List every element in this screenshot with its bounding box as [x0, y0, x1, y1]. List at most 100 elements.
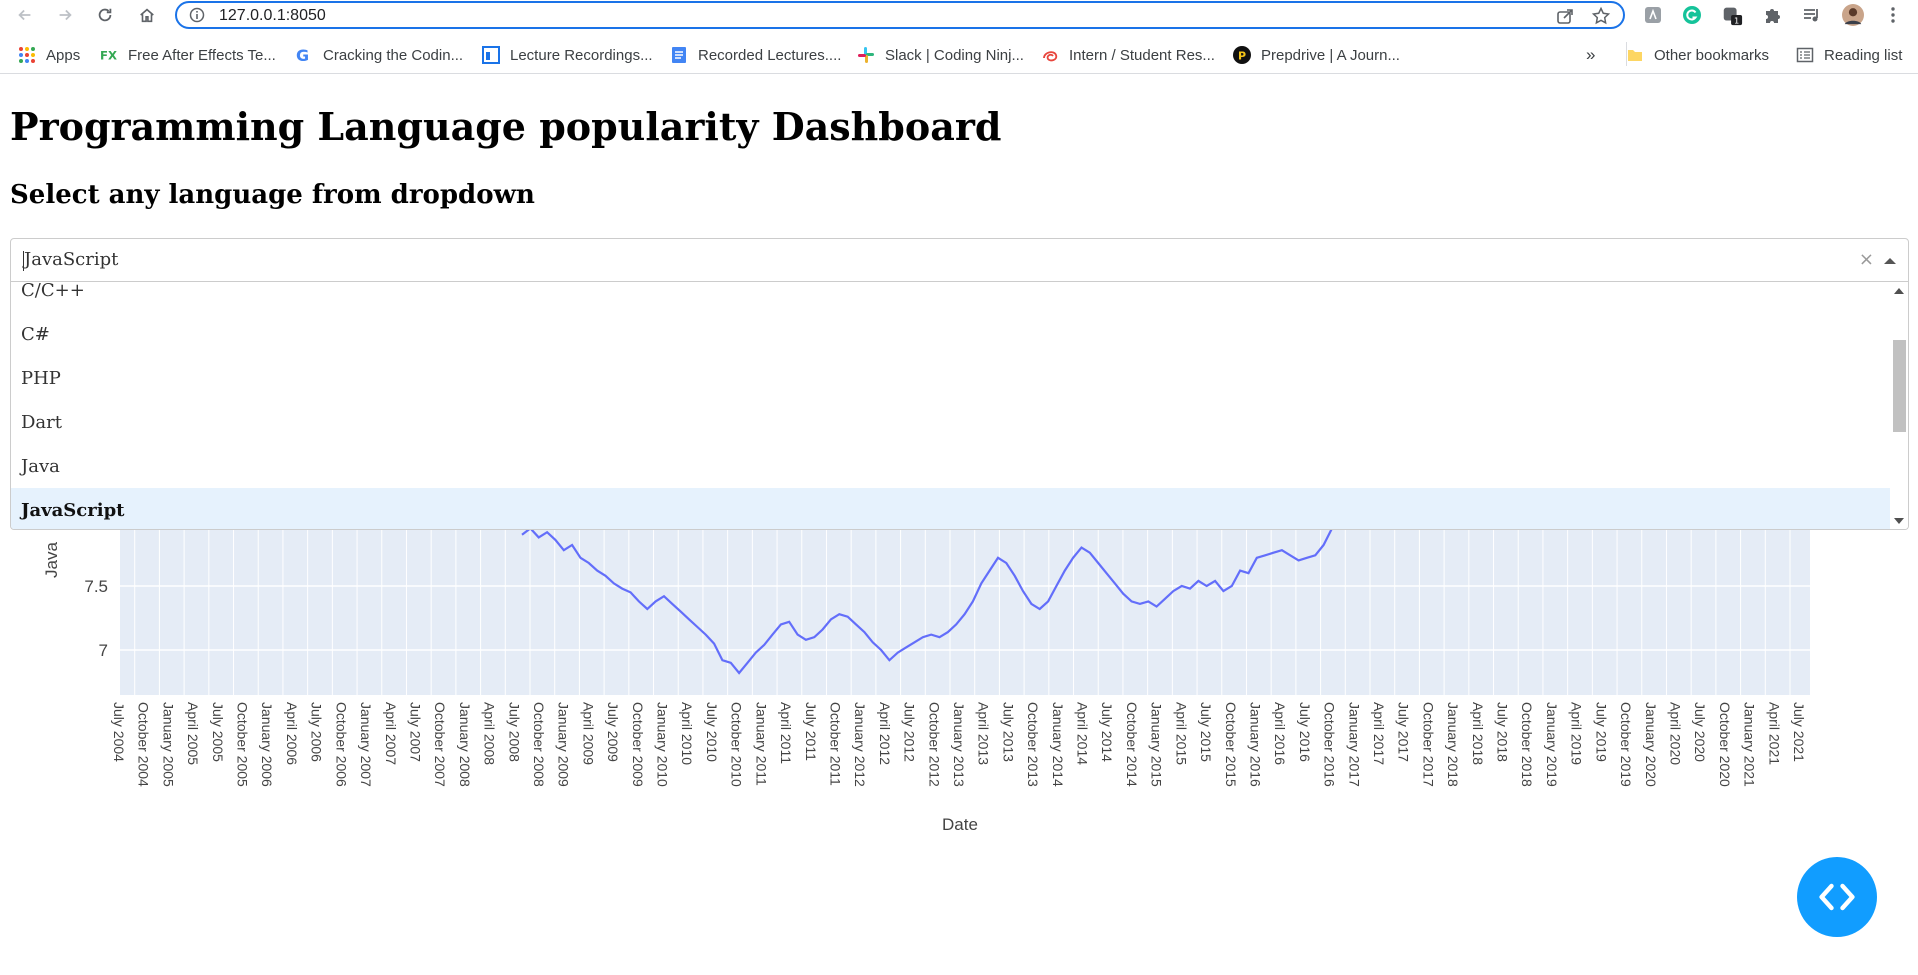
x-tick-label: July 2014	[1099, 702, 1115, 762]
extension-gray-icon[interactable]	[1642, 4, 1664, 26]
x-tick-label: October 2014	[1124, 702, 1140, 787]
x-tick-label: April 2012	[877, 702, 893, 765]
dropdown-option-php[interactable]: PHP	[11, 356, 1891, 400]
x-tick-labels: July 2004 October 2004 January 2005 April 2…	[111, 702, 1807, 787]
share-icon[interactable]	[1555, 6, 1575, 26]
home-icon[interactable]	[136, 4, 158, 26]
bookmark-recorded-lectures[interactable]: Recorded Lectures....	[670, 44, 841, 66]
info-icon[interactable]	[189, 7, 205, 23]
x-tick-label: October 2015	[1223, 702, 1239, 787]
grammarly-icon[interactable]	[1681, 4, 1703, 26]
x-tick-label: January 2017	[1346, 702, 1362, 787]
dropdown-option-dart[interactable]: Dart	[11, 400, 1891, 444]
svg-text:G: G	[296, 46, 309, 64]
docs-icon	[670, 46, 688, 64]
bookmark-lecture-recordings[interactable]: Lecture Recordings...	[482, 44, 653, 66]
reading-list-button[interactable]: Reading list	[1796, 44, 1902, 66]
reload-icon[interactable]	[94, 4, 116, 26]
bookmark-label: Apps	[46, 46, 81, 64]
bookmark-star-icon[interactable]	[1591, 6, 1611, 26]
clear-selection-icon[interactable]: ×	[1859, 249, 1874, 270]
dropdown-menu[interactable]: C/C++ C# PHP Dart Java JavaScript	[10, 282, 1909, 530]
x-tick-label: July 2020	[1692, 702, 1708, 762]
bookmark-cracking-coding[interactable]: G Cracking the Codin...	[295, 44, 463, 66]
x-tick-label: October 2019	[1618, 702, 1634, 787]
x-tick-label: July 2015	[1198, 702, 1214, 762]
reading-list-icon	[1796, 46, 1814, 64]
x-tick-label: October 2006	[333, 702, 349, 787]
language-dropdown[interactable]: JavaScript ×	[10, 238, 1909, 282]
extensions-puzzle-icon[interactable]	[1761, 4, 1783, 26]
scroll-down-icon[interactable]	[1894, 518, 1904, 524]
profile-avatar[interactable]	[1842, 4, 1864, 26]
scroll-up-icon[interactable]	[1894, 288, 1904, 294]
bookmark-label: Free After Effects Te...	[128, 46, 276, 64]
dash-devtools-button[interactable]	[1797, 857, 1877, 937]
x-tick-label: January 2008	[457, 702, 473, 787]
x-tick-label: April 2018	[1470, 702, 1486, 765]
forward-icon[interactable]	[54, 4, 76, 26]
browser-toolbar: 127.0.0.1:8050 1	[0, 0, 1918, 30]
x-tick-label: October 2013	[1025, 702, 1041, 787]
x-tick-label: April 2016	[1272, 702, 1288, 765]
x-tick-label: January 2010	[655, 702, 671, 787]
browser-menu-icon[interactable]	[1882, 4, 1904, 26]
x-tick-label: April 2021	[1766, 702, 1782, 765]
x-tick-label: July 2004	[111, 702, 127, 762]
dropdown-selected-value[interactable]: JavaScript	[24, 249, 118, 270]
bookmark-apps[interactable]: Apps	[18, 44, 80, 66]
back-icon[interactable]	[14, 4, 36, 26]
x-tick-label: April 2014	[1075, 702, 1091, 765]
dropdown-option-javascript[interactable]: JavaScript	[11, 488, 1891, 529]
x-tick-label: April 2009	[580, 702, 596, 765]
bookmark-intern-student[interactable]: Intern / Student Res...	[1041, 44, 1215, 66]
x-tick-label: October 2008	[531, 702, 547, 787]
x-tick-label: January 2009	[556, 702, 572, 787]
x-tick-label: January 2006	[259, 702, 275, 787]
chevron-up-icon[interactable]	[1884, 258, 1896, 264]
x-tick-label: October 2010	[729, 702, 745, 787]
x-tick-label: April 2007	[383, 702, 399, 765]
dropdown-scrollbar[interactable]	[1890, 282, 1908, 529]
x-tick-label: October 2004	[136, 702, 152, 787]
page-subtitle: Select any language from dropdown	[10, 180, 535, 210]
url-text[interactable]: 127.0.0.1:8050	[219, 7, 326, 25]
x-tick-label: April 2013	[976, 702, 992, 765]
x-tick-label: October 2017	[1420, 702, 1436, 787]
x-tick-label: April 2005	[185, 702, 201, 765]
dropdown-option-csharp[interactable]: C#	[11, 312, 1891, 356]
x-tick-label: July 2005	[210, 702, 226, 762]
x-tick-label: July 2006	[309, 702, 325, 762]
x-tick-label: July 2018	[1495, 702, 1511, 762]
media-playlist-icon[interactable]	[1801, 4, 1823, 26]
x-tick-label: April 2011	[778, 702, 794, 764]
x-tick-label: July 2012	[902, 702, 918, 762]
x-tick-label: April 2006	[284, 702, 300, 765]
bookmark-free-after-effects[interactable]: FX Free After Effects Te...	[100, 44, 276, 66]
x-tick-label: April 2010	[679, 702, 695, 765]
bookmark-slack[interactable]: Slack | Coding Ninj...	[857, 44, 1024, 66]
x-tick-label: April 2015	[1173, 702, 1189, 765]
dropdown-option-c-cpp[interactable]: C/C++	[11, 282, 1891, 312]
x-tick-label: January 2007	[358, 702, 374, 787]
scrollbar-thumb[interactable]	[1893, 340, 1906, 432]
x-tick-label: July 2016	[1297, 702, 1313, 762]
x-tick-label: January 2005	[160, 702, 176, 787]
address-bar[interactable]: 127.0.0.1:8050	[175, 1, 1625, 29]
x-tick-label: July 2008	[506, 702, 522, 762]
x-tick-label: July 2013	[1000, 702, 1016, 762]
x-axis-label: Date	[942, 815, 978, 834]
x-tick-label: July 2021	[1791, 702, 1807, 762]
svg-text:FX: FX	[100, 49, 117, 63]
board-icon	[482, 46, 500, 64]
y-tick-label: 7	[99, 641, 108, 660]
extension-badge-icon[interactable]: 1	[1721, 4, 1743, 26]
bookmarks-overflow-button[interactable]: »	[1586, 44, 1595, 66]
x-tick-label: January 2020	[1643, 702, 1659, 787]
y-axis-label: Java	[42, 542, 61, 578]
dropdown-option-java[interactable]: Java	[11, 444, 1891, 488]
prepdrive-icon: P	[1233, 46, 1251, 64]
other-bookmarks-folder[interactable]: Other bookmarks	[1626, 44, 1769, 66]
apps-grid-icon	[18, 46, 36, 64]
bookmark-prepdrive[interactable]: P Prepdrive | A Journ...	[1233, 44, 1400, 66]
